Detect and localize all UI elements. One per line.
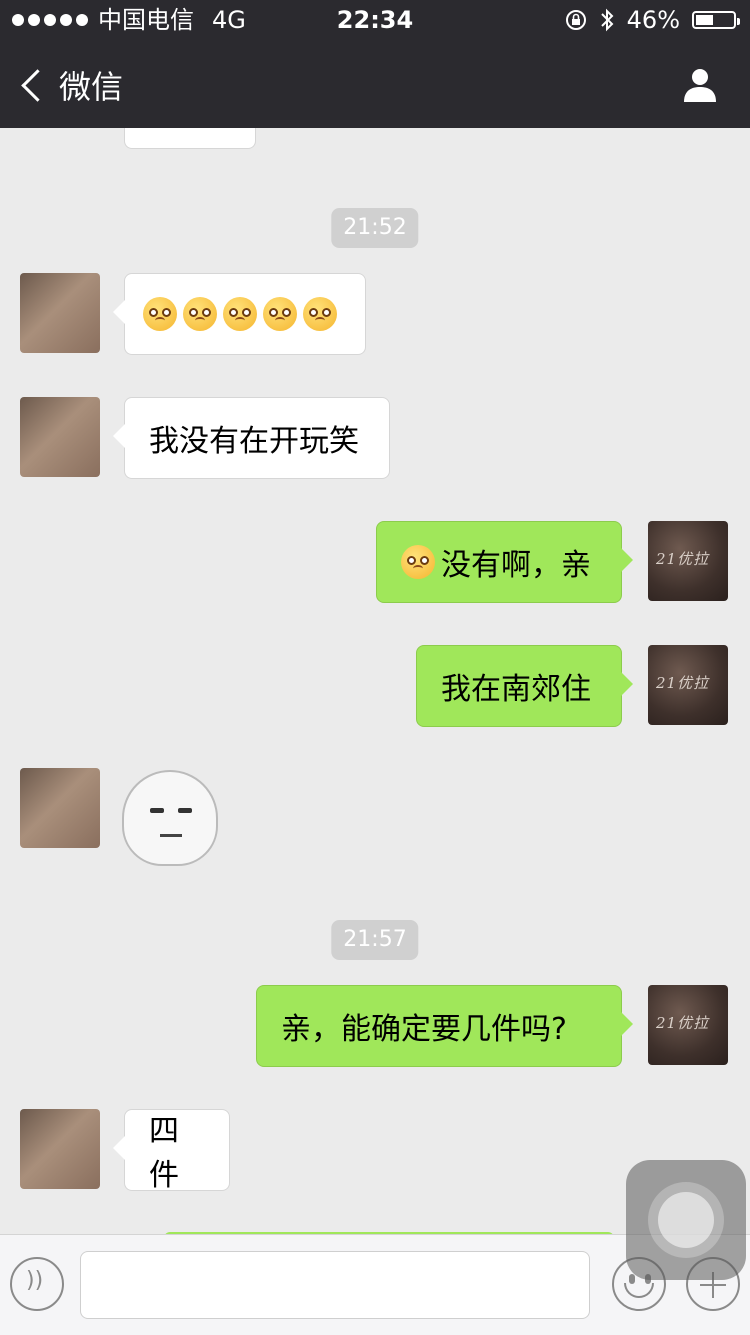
my-avatar[interactable]: 21优拉	[648, 985, 728, 1065]
sticker-message[interactable]	[122, 770, 218, 866]
worried-face-icon	[183, 297, 217, 331]
contact-avatar[interactable]	[20, 768, 100, 848]
voice-icon[interactable]	[10, 1257, 64, 1311]
message-bubble-incoming[interactable]: 四件	[113, 1109, 230, 1193]
battery-label: 46%	[626, 6, 680, 34]
back-label: 微信	[59, 68, 124, 106]
message-bubble-outgoing[interactable]: 亲，能确定要几件吗?	[256, 985, 633, 1067]
message-text: 亲，能确定要几件吗?	[281, 1012, 567, 1047]
battery-icon	[692, 11, 740, 29]
back-button[interactable]: 微信	[20, 62, 123, 108]
assistive-touch-button[interactable]	[626, 1160, 746, 1280]
my-avatar[interactable]: 21优拉	[648, 645, 728, 725]
profile-icon[interactable]	[680, 64, 720, 104]
avatar-logo: 21优拉	[656, 1014, 710, 1032]
message-text: 四件	[149, 1114, 179, 1193]
timestamp: 21:57	[331, 920, 419, 960]
message-bubble-incoming[interactable]: 我没有在开玩笑	[113, 397, 390, 479]
message-bubble-outgoing[interactable]: 没有啊，亲	[376, 521, 633, 603]
contact-avatar[interactable]	[20, 273, 100, 353]
partial-message-bubble	[124, 128, 256, 149]
worried-face-icon	[303, 297, 337, 331]
message-bubble-outgoing[interactable]: 我在南郊住	[416, 645, 633, 727]
message-text: 我没有在开玩笑	[149, 424, 359, 459]
avatar-logo: 21优拉	[656, 550, 710, 568]
chat-area[interactable]: 21:52 我没有在开玩笑 没有啊，亲 21优拉 我在南郊住 21优拉 21:5…	[0, 128, 750, 1238]
worried-face-icon	[401, 545, 435, 579]
message-text: 没有啊，亲	[441, 548, 591, 583]
worried-face-icon	[223, 297, 257, 331]
bluetooth-icon	[600, 8, 614, 32]
status-right: 46%	[565, 0, 740, 40]
contact-avatar[interactable]	[20, 397, 100, 477]
message-input[interactable]	[80, 1251, 590, 1319]
status-bar: 中国电信 4G 22:34 46%	[0, 0, 750, 40]
contact-avatar[interactable]	[20, 1109, 100, 1189]
timestamp: 21:52	[331, 208, 419, 248]
chevron-left-icon	[21, 68, 54, 102]
header: 中国电信 4G 22:34 46% 微信	[0, 0, 750, 128]
worried-face-icon	[143, 297, 177, 331]
lock-rotation-icon	[565, 10, 586, 30]
my-avatar[interactable]: 21优拉	[648, 521, 728, 601]
message-bubble-incoming[interactable]	[113, 273, 366, 355]
message-text: 我在南郊住	[441, 672, 591, 707]
avatar-logo: 21优拉	[656, 674, 710, 692]
worried-face-icon	[263, 297, 297, 331]
